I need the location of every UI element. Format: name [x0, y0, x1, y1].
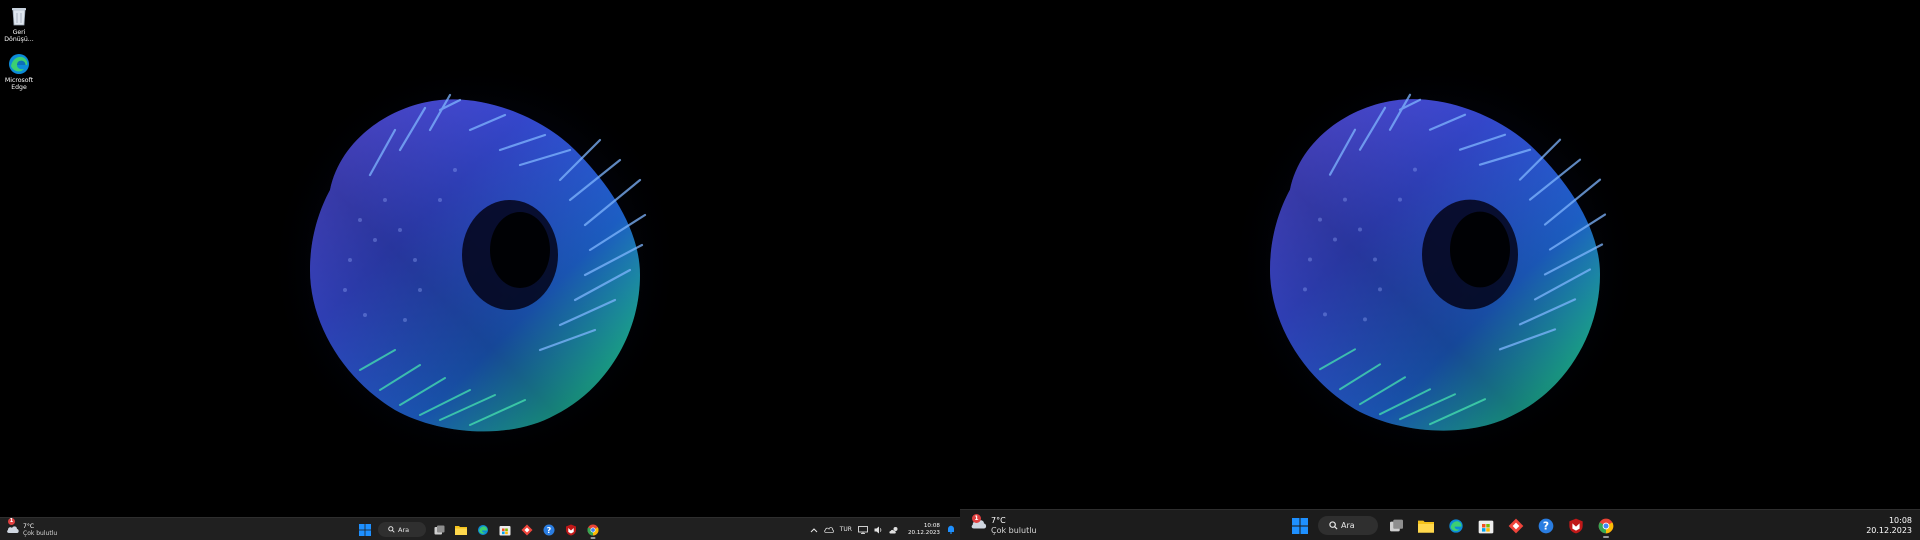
task-view-button[interactable]	[1384, 514, 1408, 538]
folder-icon	[455, 525, 467, 535]
taskbar-apps: Ara ?	[1288, 510, 1618, 540]
task-view-button[interactable]	[430, 521, 448, 539]
clock-time: 10:08	[923, 522, 940, 529]
wallpaper-abstract-blob	[1223, 53, 1647, 476]
edge-taskbar-button[interactable]	[1444, 514, 1468, 538]
chrome-button[interactable]	[584, 521, 602, 539]
cloud-sync-icon	[823, 527, 834, 533]
cloud-sun-icon	[889, 526, 898, 533]
store-icon	[499, 525, 511, 535]
task-view-icon	[1389, 519, 1403, 532]
windows-logo-icon	[1292, 517, 1308, 534]
language-indicator[interactable]: TUR	[840, 526, 852, 533]
chrome-button[interactable]	[1594, 514, 1618, 538]
chrome-icon	[1598, 518, 1614, 533]
store-button[interactable]	[1474, 514, 1498, 538]
search-icon	[1329, 521, 1338, 530]
start-button[interactable]	[1288, 514, 1312, 538]
clock[interactable]: 10:08 20.12.2023	[1866, 510, 1912, 540]
battery-weather-tray[interactable]	[889, 526, 899, 534]
weather-temperature: 7°C	[23, 522, 35, 530]
taskbar-search-button[interactable]: Ara	[1318, 516, 1378, 535]
edge-icon	[1449, 518, 1463, 533]
weather-temperature: 7°C	[991, 515, 1006, 525]
file-explorer-button[interactable]	[452, 521, 470, 539]
onedrive-tray[interactable]	[823, 526, 834, 533]
desktop-icon-label: Geri Dönüşü...	[4, 29, 34, 43]
monitor-network-icon	[858, 525, 868, 534]
search-label: Ara	[398, 525, 410, 534]
anydesk-icon	[521, 524, 533, 535]
folder-icon	[1418, 520, 1434, 533]
weather-badge: 1	[8, 518, 15, 525]
speaker-icon	[874, 526, 882, 533]
volume-tray[interactable]	[874, 526, 883, 534]
mcafee-shield-icon	[1569, 518, 1583, 533]
weather-badge: 1	[972, 514, 981, 523]
svg-text:?: ?	[1543, 519, 1549, 532]
help-button[interactable]: ?	[1534, 514, 1558, 538]
help-icon: ?	[1538, 518, 1554, 533]
store-icon	[1478, 520, 1494, 533]
anydesk-button[interactable]	[1504, 514, 1528, 538]
clock[interactable]: 10:08 20.12.2023	[908, 523, 940, 537]
mcafee-button[interactable]	[562, 521, 580, 539]
show-hidden-icons-button[interactable]	[810, 527, 818, 533]
edge-icon	[9, 54, 29, 74]
svg-text:?: ?	[547, 525, 552, 534]
clock-date: 20.12.2023	[1866, 525, 1912, 535]
store-button[interactable]	[496, 521, 514, 539]
task-view-icon	[434, 525, 444, 534]
cloud-icon: 1	[6, 518, 20, 539]
search-label: Ara	[1341, 521, 1355, 530]
help-button[interactable]: ?	[540, 521, 558, 539]
left-monitor: Geri Dönüşü... Microsoft Edge 1 7°C Çok …	[0, 0, 960, 540]
file-explorer-button[interactable]	[1414, 514, 1438, 538]
windows-logo-icon	[359, 523, 371, 536]
bell-icon	[948, 525, 954, 534]
help-icon: ?	[543, 524, 555, 535]
chrome-icon	[587, 524, 599, 535]
edge-taskbar-button[interactable]	[474, 521, 492, 539]
anydesk-icon	[1508, 518, 1524, 533]
weather-condition: Çok bulutlu	[991, 525, 1037, 535]
weather-widget[interactable]: 1 7°C Çok bulutlu	[970, 510, 1037, 540]
desktop-icon-label: Microsoft Edge	[4, 77, 34, 91]
wallpaper-abstract-blob	[263, 53, 687, 477]
mcafee-shield-icon	[566, 524, 576, 535]
notification-button[interactable]	[947, 525, 955, 534]
chevron-up-icon	[810, 527, 818, 532]
mcafee-button[interactable]	[1564, 514, 1588, 538]
desktop-icon-edge[interactable]: Microsoft Edge	[0, 52, 38, 91]
network-tray[interactable]	[858, 525, 868, 534]
clock-time: 10:08	[1888, 515, 1912, 525]
right-monitor: 1 7°C Çok bulutlu Ara ? 10:08 20.12.2023	[960, 0, 1920, 540]
weather-condition: Çok bulutlu	[23, 529, 58, 537]
edge-icon	[478, 524, 488, 535]
system-tray: TUR 10:08 20.12.2023	[807, 518, 960, 540]
taskbar-search-button[interactable]: Ara	[378, 522, 426, 537]
taskbar: 1 7°C Çok bulutlu Ara	[960, 509, 1920, 540]
recycle-bin-icon	[12, 8, 26, 26]
weather-widget[interactable]: 1 7°C Çok bulutlu	[6, 518, 57, 540]
clock-date: 20.12.2023	[907, 529, 940, 536]
cloud-icon: 1	[970, 514, 988, 535]
desktop-icon-recycle-bin[interactable]: Geri Dönüşü...	[0, 4, 38, 43]
search-icon	[388, 526, 395, 533]
taskbar: 1 7°C Çok bulutlu Ara	[0, 517, 960, 540]
anydesk-button[interactable]	[518, 521, 536, 539]
start-button[interactable]	[356, 521, 374, 539]
taskbar-apps: Ara ?	[356, 518, 602, 540]
